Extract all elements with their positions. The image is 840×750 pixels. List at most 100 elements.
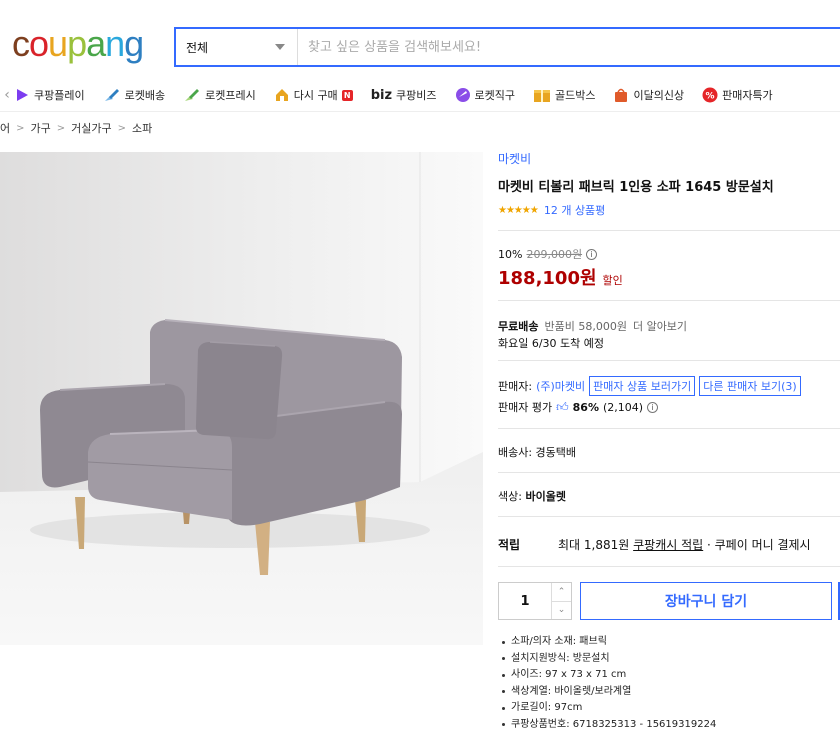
spec-item: 쿠팡상품번호: 6718325313 - 15619319224	[502, 717, 716, 734]
increment-icon[interactable]: ⌃	[552, 583, 571, 601]
coupang-cash-link[interactable]: 쿠팡캐시 적립	[633, 536, 703, 553]
spec-item: 소파/의자 소재: 패브릭	[502, 634, 716, 651]
seller-score-label: 판매자 평가	[498, 401, 553, 414]
color-value: 바이올렛	[525, 490, 566, 503]
seller-score: 86%	[572, 400, 599, 414]
divider	[498, 516, 840, 517]
chevron-right-icon: >	[16, 122, 25, 134]
logo-letter: g	[124, 23, 144, 64]
decrement-icon[interactable]: ⌄	[552, 600, 571, 620]
gift-icon	[533, 90, 550, 102]
free-shipping-label: 무료배송	[498, 320, 539, 333]
nav-item-rocket-delivery[interactable]: 로켓배송	[103, 87, 165, 103]
info-icon[interactable]: i	[647, 401, 659, 413]
svg-text:%: %	[706, 92, 715, 102]
breadcrumb-item[interactable]: 소파	[132, 120, 152, 136]
nav-divider	[0, 111, 840, 112]
logo-letter: u	[48, 23, 68, 64]
divider	[498, 300, 840, 301]
product-rating: ★★★★★ 12 개 상품평	[498, 202, 605, 218]
seller-products-button[interactable]: 판매자 상품 보러가기	[589, 376, 696, 396]
globe-icon	[455, 88, 470, 102]
nav-item-seller-deals[interactable]: % 판매자특가	[702, 87, 773, 103]
nav-item-rebuy[interactable]: 다시 구매 N	[274, 87, 353, 103]
quantity-value[interactable]: 1	[499, 583, 551, 619]
original-price: 209,000원	[526, 248, 583, 261]
sale-price: 188,100원	[498, 268, 597, 289]
price-row: 188,100원 할인	[498, 264, 623, 290]
arrival-estimate: 화요일 6/30 도착 예정	[498, 337, 605, 350]
biz-logo: biz	[370, 87, 393, 103]
nav-item-label: 로켓배송	[124, 89, 166, 102]
home-icon	[275, 89, 288, 101]
other-sellers-button[interactable]: 다른 판매자 보기(3)	[699, 376, 801, 396]
nav-item-rocket-global[interactable]: 로켓직구	[455, 87, 515, 103]
chevron-right-icon: >	[117, 122, 127, 134]
stepper-buttons: ⌃ ⌄	[551, 583, 571, 619]
search-category-select[interactable]: 전체	[176, 29, 298, 65]
nav-item-label: 로켓프레시	[205, 89, 256, 102]
rocket-icon	[104, 89, 119, 101]
review-count-link[interactable]: 12 개 상품평	[544, 202, 605, 218]
percent-badge-icon: %	[702, 87, 718, 103]
points-label: 적립	[498, 538, 521, 552]
thumbs-up-icon: 👍︎	[556, 399, 569, 414]
quantity-stepper[interactable]: 1 ⌃ ⌄	[498, 582, 572, 620]
logo-letter: n	[105, 23, 125, 64]
coupang-logo[interactable]: coupang	[12, 22, 144, 66]
carrier: 배송사: 경동택배	[498, 446, 577, 459]
seller-name-link[interactable]: (주)마켓비	[536, 378, 585, 394]
more-info-link[interactable]: 더 알아보기	[633, 318, 687, 334]
nav-item-coupang-biz[interactable]: biz 쿠팡비즈	[371, 87, 437, 103]
breadcrumb: 어 > 가구 > 거실가구 > 소파	[0, 120, 152, 136]
brand-link[interactable]: 마켓비	[498, 150, 531, 167]
add-to-cart-button[interactable]: 장바구니 담기	[580, 582, 832, 620]
nav-item-rocket-fresh[interactable]: 로켓프레시	[183, 87, 256, 103]
logo-letter: a	[86, 23, 106, 64]
spec-item: 색상계열: 바이올렛/보라계열	[502, 684, 716, 701]
discount-rate: 10%	[498, 247, 523, 261]
info-icon[interactable]: i	[586, 248, 598, 260]
product-image[interactable]	[0, 152, 483, 645]
color-option: 색상: 바이올렛	[498, 488, 566, 504]
category-nav: ‹ 쿠팡플레이 로켓배송 로켓프레시 다시 구매 N biz 쿠팡비즈 로켓직구…	[0, 80, 840, 110]
seller-score-count: (2,104)	[603, 400, 644, 414]
chevron-left-icon[interactable]: ‹	[0, 87, 14, 103]
nav-item-coupang-play[interactable]: 쿠팡플레이	[14, 87, 85, 103]
fresh-rocket-icon	[185, 89, 200, 101]
search-input[interactable]	[298, 29, 840, 65]
sofa-photo	[0, 152, 483, 645]
divider	[498, 566, 840, 567]
breadcrumb-item[interactable]: 거실가구	[71, 120, 111, 136]
play-icon	[17, 89, 28, 101]
product-title: 마켓비 티볼리 패브릭 1인용 소파 1645 방문설치	[498, 180, 774, 195]
discount-tag: 할인	[602, 274, 623, 287]
logo-letter: o	[29, 23, 49, 64]
spec-list: 소파/의자 소재: 패브릭 설치지원방식: 방문설치 사이즈: 97 x 73 …	[502, 634, 716, 733]
chevron-right-icon: >	[56, 122, 66, 134]
breadcrumb-item[interactable]: 어	[0, 120, 10, 136]
color-label: 색상:	[498, 490, 522, 503]
breadcrumb-item[interactable]: 가구	[31, 120, 51, 136]
seller-label: 판매자:	[498, 380, 533, 393]
seller-row: 판매자: (주)마켓비 판매자 상품 보러가기 다른 판매자 보기(3)	[498, 376, 801, 396]
discount-row: 10% 209,000원 i	[498, 246, 598, 262]
logo-letter: p	[67, 23, 87, 64]
shipping-row: 무료배송 반품비 58,000원 더 알아보기	[498, 318, 687, 334]
star-rating-icon: ★★★★★	[498, 204, 539, 216]
divider	[498, 472, 840, 473]
nav-item-new-arrivals[interactable]: 이달의신상	[613, 87, 684, 103]
search-bar: 전체	[174, 27, 840, 67]
nav-item-label: 이달의신상	[633, 89, 685, 102]
nav-item-label: 쿠팡비즈	[396, 89, 437, 102]
nav-item-goldbox[interactable]: 골드박스	[533, 87, 595, 103]
nav-item-label: 다시 구매	[293, 89, 338, 102]
search-category-label: 전체	[186, 40, 209, 55]
bag-icon	[615, 88, 628, 102]
nav-item-label: 로켓직구	[474, 89, 515, 102]
new-badge: N	[341, 89, 353, 101]
divider	[498, 230, 840, 231]
logo-letter: c	[12, 23, 30, 64]
divider	[498, 360, 840, 361]
return-fee: 반품비 58,000원	[544, 320, 627, 333]
